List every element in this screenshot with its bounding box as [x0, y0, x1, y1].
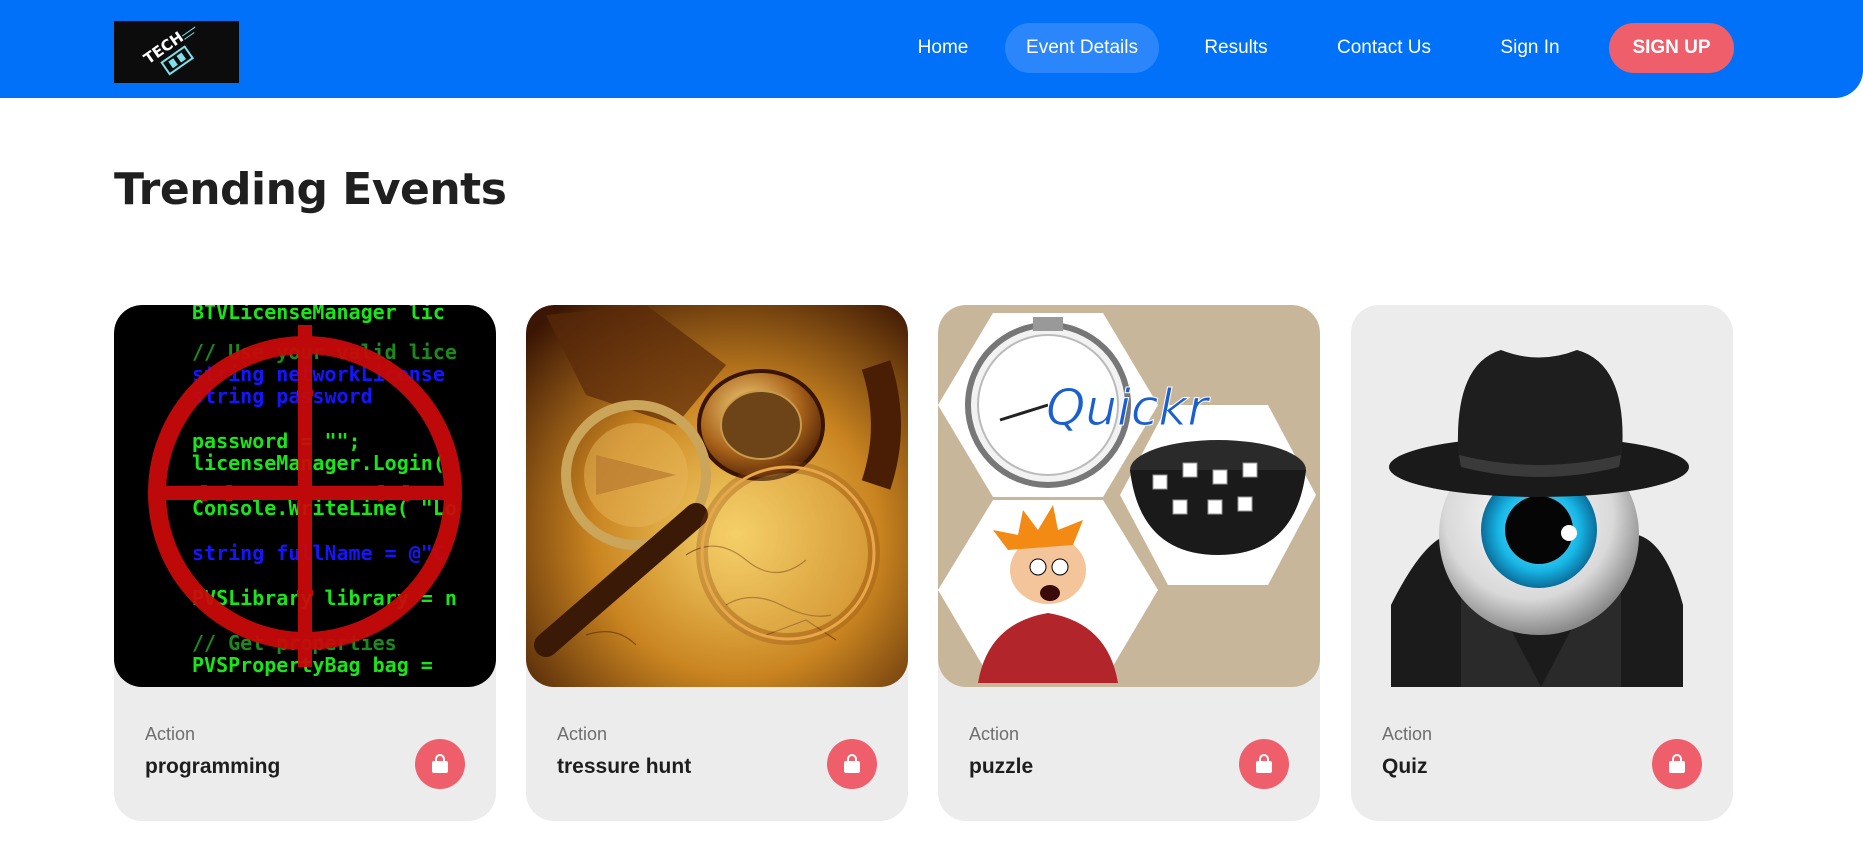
card-title: programming: [145, 755, 281, 778]
card-category: Action: [557, 724, 608, 744]
quickr-puzzle-image: Quickr: [938, 305, 1320, 687]
nav-contact-us[interactable]: Contact Us: [1325, 23, 1443, 73]
nav-results[interactable]: Results: [1186, 23, 1286, 73]
programming-crosshair-image: BTVLicenseManager lic // Use your valid …: [114, 305, 496, 687]
main-nav: Home Event Details Results Contact Us Si…: [0, 23, 1863, 73]
event-card-tressure-hunt[interactable]: Action tressure hunt: [526, 305, 908, 821]
code-line: string password: [192, 384, 373, 408]
add-to-cart-button[interactable]: [1652, 739, 1702, 789]
add-to-cart-button[interactable]: [415, 739, 465, 789]
code-line: string fullName = @"C: [192, 541, 445, 565]
add-to-cart-button[interactable]: [827, 739, 877, 789]
card-category: Action: [1382, 724, 1433, 744]
code-line: BTVLicenseManager lic: [192, 305, 445, 324]
event-card-quiz[interactable]: Action Quiz: [1351, 305, 1733, 821]
sign-up-button[interactable]: SIGN UP: [1609, 23, 1734, 73]
nav-event-details[interactable]: Event Details: [1005, 23, 1159, 73]
code-line: licenseManager.Login(: [192, 451, 445, 475]
code-line: password = "";: [192, 429, 361, 453]
treasure-map-compass-image: [526, 305, 908, 687]
spy-eyeball-image: [1351, 305, 1733, 687]
shopping-bag-icon: [844, 754, 860, 773]
nav-home[interactable]: Home: [893, 23, 993, 73]
page-title: Trending Events: [114, 164, 507, 215]
shopping-bag-icon: [432, 754, 448, 773]
quickr-logo-text: Quickr: [1046, 379, 1211, 437]
card-title: tressure hunt: [557, 755, 692, 778]
nav-sign-in[interactable]: Sign In: [1482, 23, 1578, 73]
card-category: Action: [969, 724, 1020, 744]
event-card-programming[interactable]: BTVLicenseManager lic // Use your valid …: [114, 305, 496, 821]
card-category: Action: [145, 724, 196, 744]
card-title: puzzle: [969, 755, 1034, 778]
add-to-cart-button[interactable]: [1239, 739, 1289, 789]
shopping-bag-icon: [1256, 754, 1272, 773]
event-card-puzzle[interactable]: Quickr Action puzzle: [938, 305, 1320, 821]
card-title: Quiz: [1382, 755, 1428, 778]
code-line: PVSPropertyBag bag =: [192, 653, 433, 677]
shopping-bag-icon: [1669, 754, 1685, 773]
site-header: TECH Home Event Details Results Contact …: [0, 0, 1863, 98]
